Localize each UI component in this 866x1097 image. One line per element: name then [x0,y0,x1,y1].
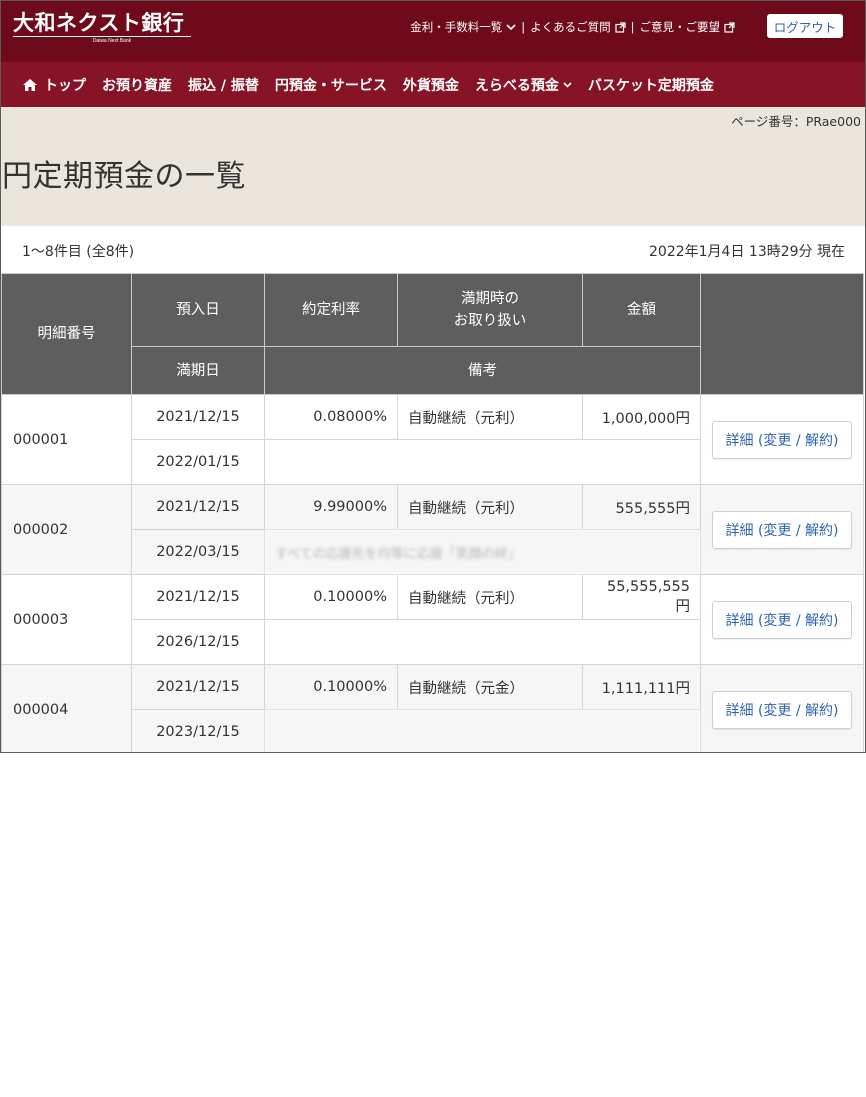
nav-item-label: えらべる預金 [474,77,559,94]
faq-label: よくあるご質問 [530,20,611,34]
as-of-timestamp: 2022年1月4日 13時29分 現在 [649,244,845,260]
amount-cell: 55,555,555円 [582,574,701,620]
amount-cell: 1,111,111円 [582,664,701,710]
maturity-date-cell: 2023/12/15 [131,709,265,752]
nav-item-label: トップ [44,77,86,94]
page-title: 円定期預金の一覧 [2,159,246,194]
rates-fees-label: 金利・手数料一覧 [410,20,503,34]
header-maturity-handling: 満期時の お取り扱い [397,273,583,347]
main-nav: トップ お預り資産 振込 / 振替 円預金・サービス 外貨預金 えらべる預金 バ… [1,62,865,107]
table-row: 000004 2021/12/15 0.10000% 自動継続（元金） 1,11… [1,664,864,752]
result-summary: 1〜8件目 (全8件) 2022年1月4日 13時29分 現在 [1,226,865,273]
deposit-date-cell: 2021/12/15 [131,574,265,620]
remarks-cell [264,619,701,665]
header-maturity-handling-line2: お取り扱い [453,313,527,329]
browser-frame: 大和ネクスト銀行 Daiwa Next Bank 金利・手数料一覧 | よくある… [0,0,866,753]
table-row: 000003 2021/12/15 0.10000% 自動継続（元利） 55,5… [1,574,864,665]
nav-item-yen-deposit[interactable]: 円預金・サービス [275,75,387,95]
nav-item-top[interactable]: トップ [23,75,86,95]
external-link-icon [615,21,626,33]
detail-no-cell: 000003 [1,574,132,665]
detail-no-cell: 000002 [1,484,132,575]
rate-cell: 0.10000% [264,664,398,710]
faq-link[interactable]: よくあるご質問 [530,19,626,35]
chevron-down-icon [506,23,516,31]
deposit-table: 明細番号 預入日 約定利率 満期時の お取り扱い 金額 満期日 備考 00000… [1,273,864,752]
deposit-date-cell: 2021/12/15 [131,394,265,440]
header-amount: 金額 [582,273,701,347]
maturity-date-cell: 2026/12/15 [131,619,265,665]
header-maturity-date: 満期日 [131,346,265,395]
deposit-date-cell: 2021/12/15 [131,664,265,710]
header-maturity-handling-line1: 満期時の [461,291,519,307]
page-number: ページ番号：PRae000 [731,114,861,129]
header-action [700,273,864,395]
logout-button[interactable]: ログアウト [767,14,843,38]
deposit-date-cell: 2021/12/15 [131,484,265,530]
nav-item-foreign-deposit[interactable]: 外貨預金 [403,75,459,95]
detail-change-cancel-button[interactable]: 詳細 (変更 / 解約) [712,510,852,549]
feedback-label: ご意見・ご要望 [639,20,721,34]
maturity-date-cell: 2022/01/15 [131,439,265,485]
handling-cell: 自動継続（元利） [397,574,583,620]
remarks-cell [264,439,701,485]
remarks-cell [264,709,701,752]
home-icon [23,78,37,91]
logo-underline [13,36,191,37]
logo-text: 大和ネクスト銀行 [13,10,185,35]
chevron-down-icon [563,81,572,88]
feedback-link[interactable]: ご意見・ご要望 [640,19,736,35]
header-deposit-date: 預入日 [131,273,265,347]
amount-cell: 555,555円 [582,484,701,530]
site-header: 大和ネクスト銀行 Daiwa Next Bank 金利・手数料一覧 | よくある… [1,1,865,62]
external-link-icon [724,21,735,33]
table-row: 000001 2021/12/15 0.08000% 自動継続（元利） 1,00… [1,394,864,485]
util-separator: | [521,20,526,34]
header-remarks: 備考 [264,346,701,395]
bank-logo[interactable]: 大和ネクスト銀行 Daiwa Next Bank [13,11,191,44]
detail-change-cancel-button[interactable]: 詳細 (変更 / 解約) [712,600,852,639]
result-count: 1〜8件目 (全8件) [22,244,135,260]
handling-cell: 自動継続（元利） [397,484,583,530]
amount-cell: 1,000,000円 [582,394,701,440]
title-area: ページ番号：PRae000 円定期預金の一覧 [1,107,865,226]
handling-cell: 自動継続（元金） [397,664,583,710]
util-separator: | [630,20,635,34]
action-cell: 詳細 (変更 / 解約) [700,574,864,665]
action-cell: 詳細 (変更 / 解約) [700,484,864,575]
utility-links: 金利・手数料一覧 | よくあるご質問 | ご意見・ご要望 [410,19,735,35]
header-rate: 約定利率 [264,273,398,347]
rates-fees-link[interactable]: 金利・手数料一覧 [410,19,516,35]
detail-no-cell: 000001 [1,394,132,485]
nav-item-transfer[interactable]: 振込 / 振替 [188,75,259,95]
rate-cell: 9.99000% [264,484,398,530]
detail-no-cell: 000004 [1,664,132,752]
table-row: 000002 2021/12/15 9.99000% 自動継続（元利） 555,… [1,484,864,575]
rate-cell: 0.10000% [264,574,398,620]
maturity-date-cell: 2022/03/15 [131,529,265,575]
nav-item-basket-deposit[interactable]: バスケット定期預金 [588,75,714,95]
action-cell: 詳細 (変更 / 解約) [700,664,864,752]
detail-change-cancel-button[interactable]: 詳細 (変更 / 解約) [712,420,852,459]
remarks-cell: すべての応援先を均等に応援「笑顔の絆」 [264,529,701,575]
rate-cell: 0.08000% [264,394,398,440]
nav-item-selectable-deposit[interactable]: えらべる預金 [475,75,572,95]
detail-change-cancel-button[interactable]: 詳細 (変更 / 解約) [712,690,852,729]
nav-item-assets[interactable]: お預り資産 [102,75,172,95]
logo-subtext: Daiwa Next Bank [92,38,132,44]
action-cell: 詳細 (変更 / 解約) [700,394,864,485]
handling-cell: 自動継続（元利） [397,394,583,440]
header-detail-no: 明細番号 [1,273,132,395]
